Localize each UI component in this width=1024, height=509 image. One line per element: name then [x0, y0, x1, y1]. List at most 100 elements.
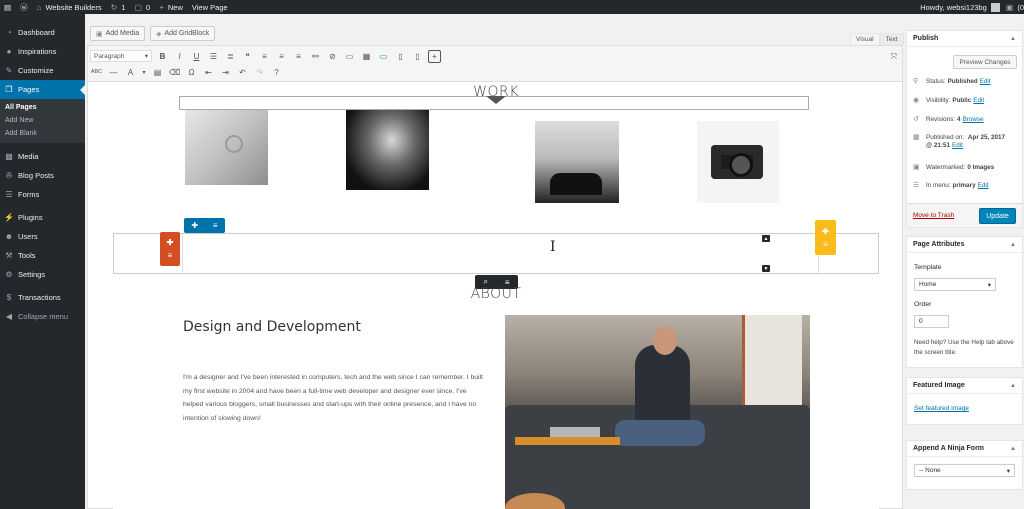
paste-text-icon[interactable]: ▤ [151, 66, 164, 79]
indent-icon[interactable]: ⇥ [219, 66, 232, 79]
chevron-down-icon[interactable]: ▾ [141, 66, 147, 79]
sidebar-item-settings[interactable]: ⚙ Settings [0, 265, 85, 284]
sidebar-item-users[interactable]: ☻ Users [0, 227, 85, 246]
format-select[interactable]: Paragraph ▾ [90, 50, 152, 62]
add-gridblock-button[interactable]: ◈ Add GridBlock [150, 26, 216, 41]
phone-preview-icon[interactable]: ▯ [411, 50, 424, 63]
chevron-down-icon: ▾ [1006, 467, 1010, 475]
new-content-link[interactable]: + New [159, 3, 183, 12]
add-block-icon[interactable]: + [428, 49, 441, 63]
menu-icon: ≡ [167, 251, 173, 260]
featured-image-header[interactable]: Featured Image ▲ [907, 378, 1022, 394]
sidebar-item-plugins[interactable]: ⚡ Plugins [0, 208, 85, 227]
bold-button[interactable]: B [156, 50, 169, 63]
update-button[interactable]: Update [979, 208, 1016, 224]
italic-button[interactable]: I [173, 50, 186, 63]
publish-header[interactable]: Publish ▲ [907, 31, 1022, 47]
portfolio-image-3[interactable] [535, 121, 619, 203]
sidebar-item-customize[interactable]: ✎ Customize [0, 61, 85, 80]
redo-icon[interactable]: ↷ [253, 66, 266, 79]
add-row-arrow-icon[interactable] [486, 96, 506, 104]
sidebar-item-dashboard[interactable]: ◔ Dashboard [0, 23, 85, 42]
submenu-add-blank[interactable]: Add Blank [0, 127, 85, 140]
portfolio-image-2[interactable] [346, 107, 429, 190]
about-photo[interactable] [505, 315, 810, 509]
align-right-icon[interactable]: ≡ [292, 50, 305, 63]
sidebar-toggle-icon[interactable]: ▤ [4, 3, 11, 12]
eye-icon: ◉ [913, 97, 920, 104]
visibility-edit-link[interactable]: Edit [973, 97, 984, 105]
section-controls[interactable]: ✚ ≡ [184, 218, 225, 233]
template-select[interactable]: Home ▾ [914, 278, 996, 291]
help-icon[interactable]: ? [270, 66, 283, 79]
collapse-arrow-icon[interactable]: ▲ [1010, 242, 1016, 248]
text-color-icon[interactable]: A [124, 66, 137, 79]
collapse-arrow-icon[interactable]: ▲ [1010, 446, 1016, 452]
admin-bar: ▤ ⓦ ⌂ Website Builders ↻ 1 ▢ 0 + New View Pa… [0, 0, 1024, 14]
updates-link[interactable]: ↻ 1 [111, 3, 126, 12]
insert-link-icon[interactable]: ⚯ [309, 50, 322, 63]
special-character-icon[interactable]: Ω [185, 66, 198, 79]
ninja-form-select[interactable]: -- None ▾ [914, 464, 1015, 477]
row-controls[interactable]: ✚ ≡ [160, 232, 180, 266]
text-cursor-icon: I [550, 239, 556, 255]
submenu-add-new[interactable]: Add New [0, 114, 85, 127]
page-attributes-header[interactable]: Page Attributes ▲ [907, 237, 1022, 253]
wordpress-logo-icon[interactable]: ⓦ [20, 2, 28, 13]
blockquote-icon[interactable]: ❝ [241, 50, 254, 63]
published-edit-link[interactable]: Edit [952, 142, 963, 149]
sidebar-item-transactions[interactable]: $ Transactions [0, 288, 85, 307]
gridblock-column[interactable] [182, 234, 819, 273]
tab-text[interactable]: Text [879, 33, 904, 45]
align-center-icon[interactable]: ≡ [275, 50, 288, 63]
set-featured-image-link[interactable]: Set featured image [914, 405, 969, 412]
chevron-up-icon[interactable]: ▲ [762, 235, 770, 242]
tab-visual[interactable]: Visual [850, 33, 880, 45]
sidebar-item-media[interactable]: ▩ Media [0, 147, 85, 166]
undo-icon[interactable]: ↶ [236, 66, 249, 79]
menu-edit-link[interactable]: Edit [978, 182, 989, 190]
underline-button[interactable]: U [190, 50, 203, 63]
submenu-all-pages[interactable]: All Pages [0, 101, 85, 114]
outdent-icon[interactable]: ⇤ [202, 66, 215, 79]
view-page-link[interactable]: View Page [192, 3, 228, 12]
horizontal-line-icon[interactable]: — [107, 66, 120, 79]
toolbar-toggle-icon[interactable]: ▦ [360, 50, 373, 63]
bulleted-list-icon[interactable]: ☰ [207, 50, 220, 63]
read-more-icon[interactable]: ▭ [343, 50, 356, 63]
portfolio-image-1[interactable] [185, 107, 268, 185]
collapse-arrow-icon[interactable]: ▲ [1010, 383, 1016, 389]
collapse-arrow-icon[interactable]: ▲ [1010, 36, 1016, 42]
portfolio-image-camera[interactable] [697, 121, 779, 203]
cart-link[interactable]: ▣ (0 [1006, 3, 1024, 12]
add-media-button[interactable]: ▣ Add Media [90, 26, 146, 41]
sidebar-item-pages[interactable]: ❐ Pages [0, 80, 85, 99]
clear-formatting-icon[interactable]: ⌫ [168, 66, 181, 79]
ninja-form-header[interactable]: Append A Ninja Form ▲ [907, 441, 1022, 457]
column-controls[interactable]: ✚ ≡ [815, 220, 836, 255]
fullscreen-icon[interactable]: ⤧ [891, 52, 897, 62]
sidebar-item-forms[interactable]: ☰ Forms [0, 185, 85, 204]
status-edit-link[interactable]: Edit [980, 78, 991, 86]
sidebar-item-blog-posts[interactable]: ✇ Blog Posts [0, 166, 85, 185]
collapse-menu-button[interactable]: ◀ Collapse menu [0, 307, 85, 326]
site-name-link[interactable]: ⌂ Website Builders [37, 3, 102, 12]
editor-canvas[interactable]: WORK ✚ ≡ ▲ ▼ ✚ ≡ ✚ ≡ ⌕ ≡ I ABOUT Design and … [113, 83, 879, 509]
numbered-list-icon[interactable]: ≣ [224, 50, 237, 63]
revisions-browse-link[interactable]: Browse [963, 116, 984, 124]
comments-link[interactable]: ▢ 0 [134, 3, 150, 12]
sidebar-item-tools[interactable]: ⚒ Tools [0, 246, 85, 265]
tablet-preview-icon[interactable]: ▯ [394, 50, 407, 63]
move-to-trash-link[interactable]: Move to Trash [913, 212, 954, 219]
strikethrough-button[interactable]: ABC [90, 66, 103, 79]
chevron-down-icon[interactable]: ▼ [762, 265, 770, 272]
wrench-icon: ⚒ [5, 251, 13, 260]
order-input[interactable]: 0 [914, 315, 949, 328]
desktop-preview-icon[interactable]: ▭ [377, 50, 390, 63]
my-account-link[interactable]: Howdy, websi123bg [920, 2, 1004, 12]
preview-changes-button[interactable]: Preview Changes [953, 55, 1017, 69]
align-left-icon[interactable]: ≡ [258, 50, 271, 63]
sidebar-item-inspirations[interactable]: ● Inspirations [0, 42, 85, 61]
menu-row: ☰ In menu: primary Edit [913, 182, 989, 190]
remove-link-icon[interactable]: ⊘ [326, 50, 339, 63]
